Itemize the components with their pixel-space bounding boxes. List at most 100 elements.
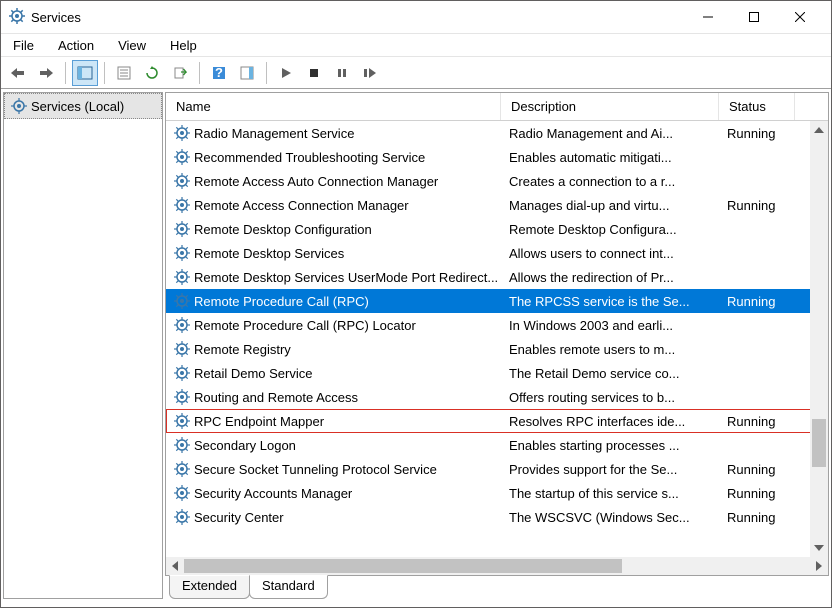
- service-description: The startup of this service s...: [501, 486, 719, 501]
- gear-icon: [174, 437, 190, 453]
- service-row[interactable]: Secure Socket Tunneling Protocol Service…: [166, 457, 828, 481]
- service-row[interactable]: Retail Demo ServiceThe Retail Demo servi…: [166, 361, 828, 385]
- svg-text:?: ?: [215, 66, 223, 80]
- scroll-thumb-v[interactable]: [812, 419, 826, 467]
- menu-view[interactable]: View: [114, 36, 150, 55]
- service-description: Offers routing services to b...: [501, 390, 719, 405]
- scroll-thumb-h[interactable]: [184, 559, 622, 573]
- col-header-status[interactable]: Status: [719, 93, 795, 120]
- service-row[interactable]: Remote Access Auto Connection Manager Cre…: [166, 169, 828, 193]
- gear-icon: [174, 245, 190, 261]
- service-row[interactable]: Security Accounts Manager The startup of …: [166, 481, 828, 505]
- service-name: Remote Registry: [194, 342, 291, 357]
- refresh-button[interactable]: [139, 60, 165, 86]
- service-name: RPC Endpoint Mapper: [194, 414, 324, 429]
- tab-extended[interactable]: Extended: [169, 575, 250, 599]
- stop-service-button[interactable]: [301, 60, 327, 86]
- service-name: Secondary Logon: [194, 438, 296, 453]
- service-description: The WSCSVC (Windows Sec...: [501, 510, 719, 525]
- gear-icon: [174, 197, 190, 213]
- gear-icon: [174, 149, 190, 165]
- service-status: Running: [719, 462, 795, 477]
- service-row[interactable]: Radio Management Service Radio Management…: [166, 121, 828, 145]
- restart-service-button[interactable]: [357, 60, 383, 86]
- list-header: Name Description Status: [166, 93, 828, 121]
- col-header-description[interactable]: Description: [501, 93, 719, 120]
- gear-icon: [174, 389, 190, 405]
- service-name: Remote Desktop Services: [194, 246, 344, 261]
- tree-root-label: Services (Local): [31, 99, 124, 114]
- tree-root-item[interactable]: Services (Local): [4, 93, 162, 119]
- maximize-button[interactable]: [731, 1, 777, 33]
- service-row[interactable]: Remote Procedure Call (RPC) The RPCSS ser…: [166, 289, 828, 313]
- export-list-button[interactable]: [167, 60, 193, 86]
- tree-pane: Services (Local): [3, 92, 163, 599]
- col-header-name[interactable]: Name: [166, 93, 501, 120]
- service-description: Enables starting processes ...: [501, 438, 719, 453]
- help-button[interactable]: ?: [206, 60, 232, 86]
- service-name: Remote Access Auto Connection Manager: [194, 174, 438, 189]
- service-name: Routing and Remote Access: [194, 390, 358, 405]
- vertical-scrollbar[interactable]: [810, 121, 828, 557]
- service-row[interactable]: Security Center The WSCSVC (Windows Sec..…: [166, 505, 828, 529]
- service-name: Recommended Troubleshooting Service: [194, 150, 425, 165]
- service-name: Security Accounts Manager: [194, 486, 352, 501]
- service-row[interactable]: Remote Desktop ServicesAllows users to c…: [166, 241, 828, 265]
- back-button[interactable]: [5, 60, 31, 86]
- service-name: Remote Procedure Call (RPC): [194, 294, 369, 309]
- minimize-button[interactable]: [685, 1, 731, 33]
- scroll-right-icon[interactable]: [810, 557, 828, 575]
- service-description: Provides support for the Se...: [501, 462, 719, 477]
- menu-file[interactable]: File: [9, 36, 38, 55]
- service-row[interactable]: Remote Desktop Configuration Remote Deskt…: [166, 217, 828, 241]
- service-row[interactable]: RPC Endpoint Mapper Resolves RPC interfac…: [166, 409, 828, 433]
- service-name: Remote Desktop Services UserMode Port Re…: [194, 270, 498, 285]
- service-description: In Windows 2003 and earli...: [501, 318, 719, 333]
- service-description: Radio Management and Ai...: [501, 126, 719, 141]
- gear-icon: [174, 269, 190, 285]
- scroll-down-icon[interactable]: [810, 539, 828, 557]
- menu-action[interactable]: Action: [54, 36, 98, 55]
- gear-icon: [174, 461, 190, 477]
- scroll-left-icon[interactable]: [166, 557, 184, 575]
- action-pane-button[interactable]: [234, 60, 260, 86]
- gear-icon: [174, 293, 190, 309]
- gear-icon: [174, 485, 190, 501]
- service-row[interactable]: Routing and Remote Access Offers routing …: [166, 385, 828, 409]
- service-description: Creates a connection to a r...: [501, 174, 719, 189]
- window-title: Services: [31, 10, 81, 25]
- service-description: Manages dial-up and virtu...: [501, 198, 719, 213]
- show-hide-tree-button[interactable]: [72, 60, 98, 86]
- service-name: Security Center: [194, 510, 284, 525]
- service-description: Remote Desktop Configura...: [501, 222, 719, 237]
- service-name: Remote Desktop Configuration: [194, 222, 372, 237]
- service-row[interactable]: Remote Procedure Call (RPC) LocatorIn Wi…: [166, 313, 828, 337]
- service-status: Running: [719, 486, 795, 501]
- start-service-button[interactable]: [273, 60, 299, 86]
- service-name: Retail Demo Service: [194, 366, 313, 381]
- close-button[interactable]: [777, 1, 823, 33]
- service-row[interactable]: Remote Desktop Services UserMode Port Re…: [166, 265, 828, 289]
- forward-button[interactable]: [33, 60, 59, 86]
- gear-icon: [174, 125, 190, 141]
- service-row[interactable]: Remote Access Connection Manager Manages …: [166, 193, 828, 217]
- gear-icon: [174, 221, 190, 237]
- scroll-up-icon[interactable]: [810, 121, 828, 139]
- pause-service-button[interactable]: [329, 60, 355, 86]
- service-row[interactable]: Secondary Logon Enables starting processe…: [166, 433, 828, 457]
- horizontal-scrollbar[interactable]: [166, 557, 828, 575]
- service-name: Radio Management Service: [194, 126, 354, 141]
- service-name: Secure Socket Tunneling Protocol Service: [194, 462, 437, 477]
- gear-icon: [174, 509, 190, 525]
- gear-icon: [174, 341, 190, 357]
- properties-button[interactable]: [111, 60, 137, 86]
- service-name: Remote Access Connection Manager: [194, 198, 409, 213]
- service-description: Resolves RPC interfaces ide...: [501, 414, 719, 429]
- service-row[interactable]: Remote Registry Enables remote users to m…: [166, 337, 828, 361]
- service-description: Enables remote users to m...: [501, 342, 719, 357]
- tab-standard[interactable]: Standard: [249, 575, 328, 599]
- menu-help[interactable]: Help: [166, 36, 201, 55]
- app-icon: [9, 8, 25, 27]
- service-row[interactable]: Recommended Troubleshooting ServiceEnabl…: [166, 145, 828, 169]
- service-description: The RPCSS service is the Se...: [501, 294, 719, 309]
